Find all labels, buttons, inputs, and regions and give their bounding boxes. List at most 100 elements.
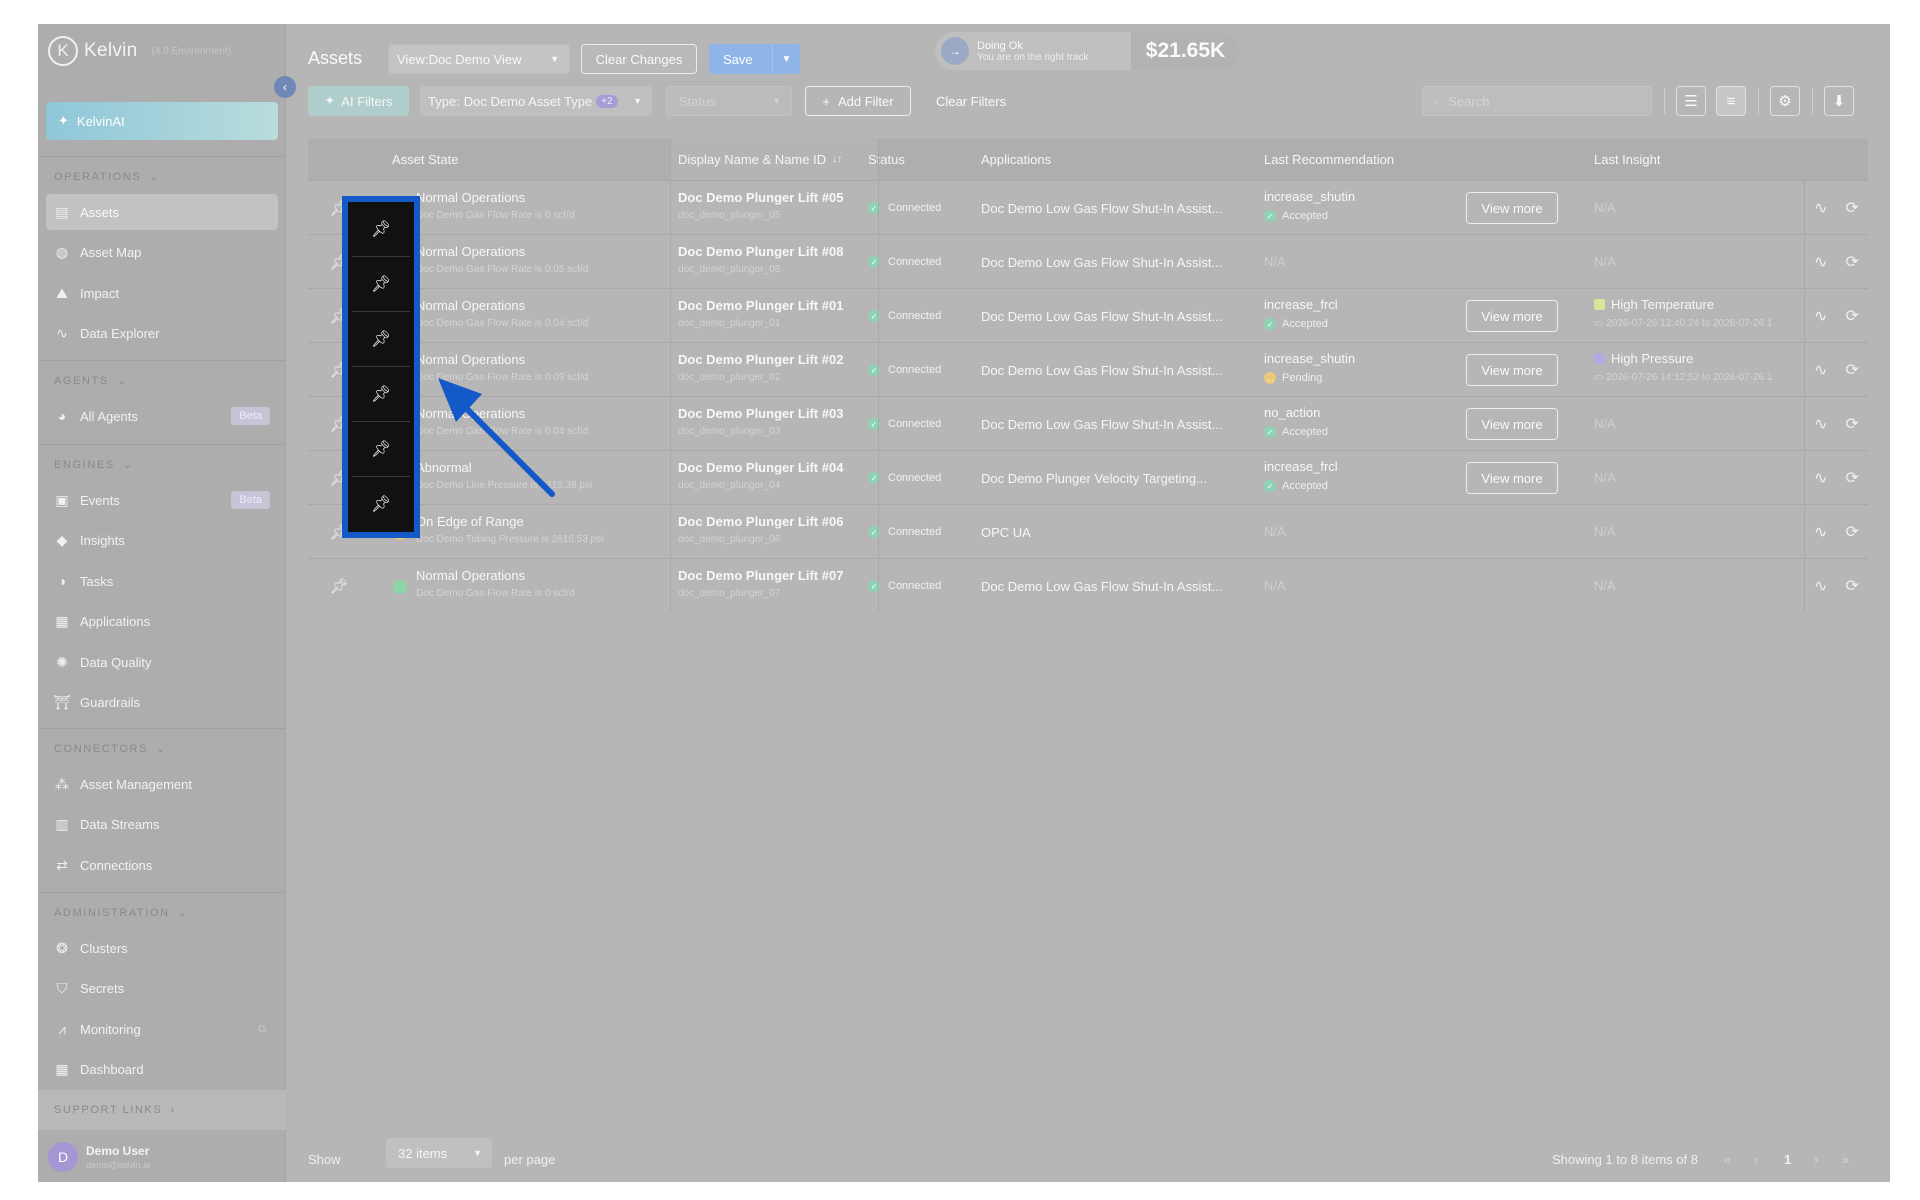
asset-display-name[interactable]: Doc Demo Plunger Lift #07 [678,568,843,583]
sync-settings-icon[interactable]: ⟳ [1846,252,1859,272]
sidebar-item-asset-management[interactable]: ⁂ Asset Management [46,766,278,802]
sidebar-item-clusters[interactable]: ❂ Clusters [46,930,278,966]
pulse-icon[interactable]: ∿ [1814,522,1827,542]
pin-icon[interactable]: 📌︎ [348,257,414,311]
view-more-button[interactable]: View more [1466,300,1558,332]
sidebar-item-data-streams[interactable]: ▥ Data Streams [46,806,278,842]
sidebar-item-insights[interactable]: ◆ Insights [46,522,278,558]
asset-display-name[interactable]: Doc Demo Plunger Lift #04 [678,460,843,475]
sidebar-item-all-agents[interactable]: ◕ All Agents Beta [46,398,278,434]
clear-changes-button[interactable]: Clear Changes [581,44,697,74]
sync-settings-icon[interactable]: ⟳ [1846,576,1859,596]
view-more-button[interactable]: View more [1466,462,1558,494]
sidebar-item-data-explorer[interactable]: ∿ Data Explorer [46,315,278,351]
first-page-icon[interactable]: « [1724,1152,1731,1167]
list-view-icon[interactable]: ≡ [1716,86,1746,116]
sidebar-item-impact[interactable]: ⛰ Impact [46,275,278,311]
settings-gear-icon[interactable]: ⚙ [1770,86,1800,116]
view-more-button[interactable]: View more [1466,354,1558,386]
application-cell[interactable]: Doc Demo Low Gas Flow Shut-In Assist... [981,397,1241,451]
support-links[interactable]: SUPPORT LINKS › [38,1090,286,1130]
sidebar-item-tasks[interactable]: ◑ Tasks [46,563,278,599]
section-engines[interactable]: ENGINES ⌄ [54,458,134,472]
sidebar-item-assets[interactable]: ▤ Assets [46,194,278,230]
table-row[interactable]: 📌︎ Normal Operations Doc Demo Gas Flow Rat… [308,558,1868,613]
view-select[interactable]: View: Doc Demo View ▼ [388,44,570,74]
status-filter[interactable]: Status ▼ [666,86,792,116]
pin-icon[interactable]: 📌︎ [348,202,414,256]
application-cell[interactable]: Doc Demo Plunger Velocity Targeting... [981,451,1241,505]
table-row[interactable]: 📌︎ Normal Operations Doc Demo Gas Flow Rat… [308,180,1868,235]
sidebar-item-asset-map[interactable]: ◍ Asset Map [46,234,278,270]
per-page-select[interactable]: 32 items ▼ [386,1138,492,1168]
sync-settings-icon[interactable]: ⟳ [1846,360,1859,380]
sidebar-item-dashboard[interactable]: ▦ Dashboard [46,1051,278,1087]
view-more-button[interactable]: View more [1466,192,1558,224]
sidebar-item-guardrails[interactable]: ⛩ Guardrails [46,684,278,720]
sidebar-item-monitoring[interactable]: ⩘ Monitoring ⧉ [46,1011,278,1047]
section-agents[interactable]: AGENTS ⌄ [54,374,128,388]
save-options-caret-icon[interactable]: ▼ [772,44,800,74]
pin-icon[interactable]: 📌︎ [348,367,414,421]
section-support[interactable]: SUPPORT LINKS › [54,1104,176,1116]
sidebar-item-secrets[interactable]: ⛉ Secrets [46,970,278,1006]
application-cell[interactable]: Doc Demo Low Gas Flow Shut-In Assist... [981,181,1241,235]
clear-filters-button[interactable]: Clear Filters [922,86,1006,116]
sidebar-item-events[interactable]: ▣ Events Beta [46,482,278,518]
application-cell[interactable]: OPC UA [981,505,1241,559]
table-row[interactable]: 📌︎ Normal Operations Doc Demo Gas Flow Rat… [308,396,1868,451]
pin-icon[interactable]: 📌︎ [348,312,414,366]
asset-display-name[interactable]: Doc Demo Plunger Lift #08 [678,244,843,259]
compact-view-icon[interactable]: ☰ [1676,86,1706,116]
pulse-icon[interactable]: ∿ [1814,468,1827,488]
kelvinai-button[interactable]: ✦ KelvinAI [46,102,278,140]
sync-settings-icon[interactable]: ⟳ [1846,414,1859,434]
logo[interactable]: K Kelvin (4.0 Environment) [48,36,231,66]
pulse-icon[interactable]: ∿ [1814,414,1827,434]
asset-display-name[interactable]: Doc Demo Plunger Lift #01 [678,298,843,313]
column-last-recommendation[interactable]: Last Recommendation [1264,138,1394,180]
section-operations[interactable]: OPERATIONS ⌄ [54,170,160,184]
asset-display-name[interactable]: Doc Demo Plunger Lift #02 [678,352,843,367]
table-row[interactable]: 📌︎ Abnormal Doc Demo Line Pressure is 1310… [308,450,1868,505]
table-row[interactable]: 📌︎ On Edge of Range Doc Demo Tubing Pressu… [308,504,1868,559]
application-cell[interactable]: Doc Demo Low Gas Flow Shut-In Assist... [981,343,1241,397]
pulse-icon[interactable]: ∿ [1814,198,1827,218]
sync-settings-icon[interactable]: ⟳ [1846,468,1859,488]
application-cell[interactable]: Doc Demo Low Gas Flow Shut-In Assist... [981,235,1241,289]
asset-display-name[interactable]: Doc Demo Plunger Lift #05 [678,190,843,205]
application-cell[interactable]: Doc Demo Low Gas Flow Shut-In Assist... [981,559,1241,613]
performance-status-pill[interactable]: → Doing Ok You are on the right track $2… [935,32,1240,70]
user-profile[interactable]: D Demo User demo@kelvin.ai [48,1142,150,1172]
save-button[interactable]: Save ▼ [709,44,800,74]
column-last-insight[interactable]: Last Insight [1594,138,1661,180]
column-applications[interactable]: Applications [981,138,1051,180]
type-filter[interactable]: Type: Doc Demo Asset Type +2 ▼ [420,86,652,116]
section-administration[interactable]: ADMINISTRATION ⌄ [54,906,189,920]
pulse-icon[interactable]: ∿ [1814,360,1827,380]
prev-page-icon[interactable]: ‹ [1754,1152,1758,1167]
column-display-name[interactable]: Display Name & Name ID ↓↑ [670,138,878,180]
sidebar-item-connections[interactable]: ⇄ Connections [46,847,278,883]
table-row[interactable]: 📌︎ Normal Operations Doc Demo Gas Flow Rat… [308,342,1868,397]
pin-icon[interactable]: 📌︎ [308,559,370,613]
next-page-icon[interactable]: › [1814,1152,1818,1167]
pulse-icon[interactable]: ∿ [1814,252,1827,272]
column-status[interactable]: Status [868,138,905,180]
collapse-sidebar-button[interactable]: ‹ [274,76,296,98]
add-filter-button[interactable]: + Add Filter [805,86,911,116]
table-row[interactable]: 📌︎ Normal Operations Doc Demo Gas Flow Rat… [308,234,1868,289]
pulse-icon[interactable]: ∿ [1814,306,1827,326]
asset-name-cell[interactable]: Doc Demo Plunger Lift #07 doc_demo_plunge… [678,568,843,622]
application-cell[interactable]: Doc Demo Low Gas Flow Shut-In Assist... [981,289,1241,343]
current-page[interactable]: 1 [1784,1152,1791,1167]
last-page-icon[interactable]: » [1842,1152,1849,1167]
pulse-icon[interactable]: ∿ [1814,576,1827,596]
table-row[interactable]: 📌︎ Normal Operations Doc Demo Gas Flow Rat… [308,288,1868,343]
column-asset-state[interactable]: Asset State [392,138,458,180]
sidebar-item-data-quality[interactable]: ✺ Data Quality [46,644,278,680]
view-more-button[interactable]: View more [1466,408,1558,440]
sidebar-item-applications[interactable]: ▦ Applications [46,603,278,639]
asset-display-name[interactable]: Doc Demo Plunger Lift #06 [678,514,843,529]
asset-display-name[interactable]: Doc Demo Plunger Lift #03 [678,406,843,421]
